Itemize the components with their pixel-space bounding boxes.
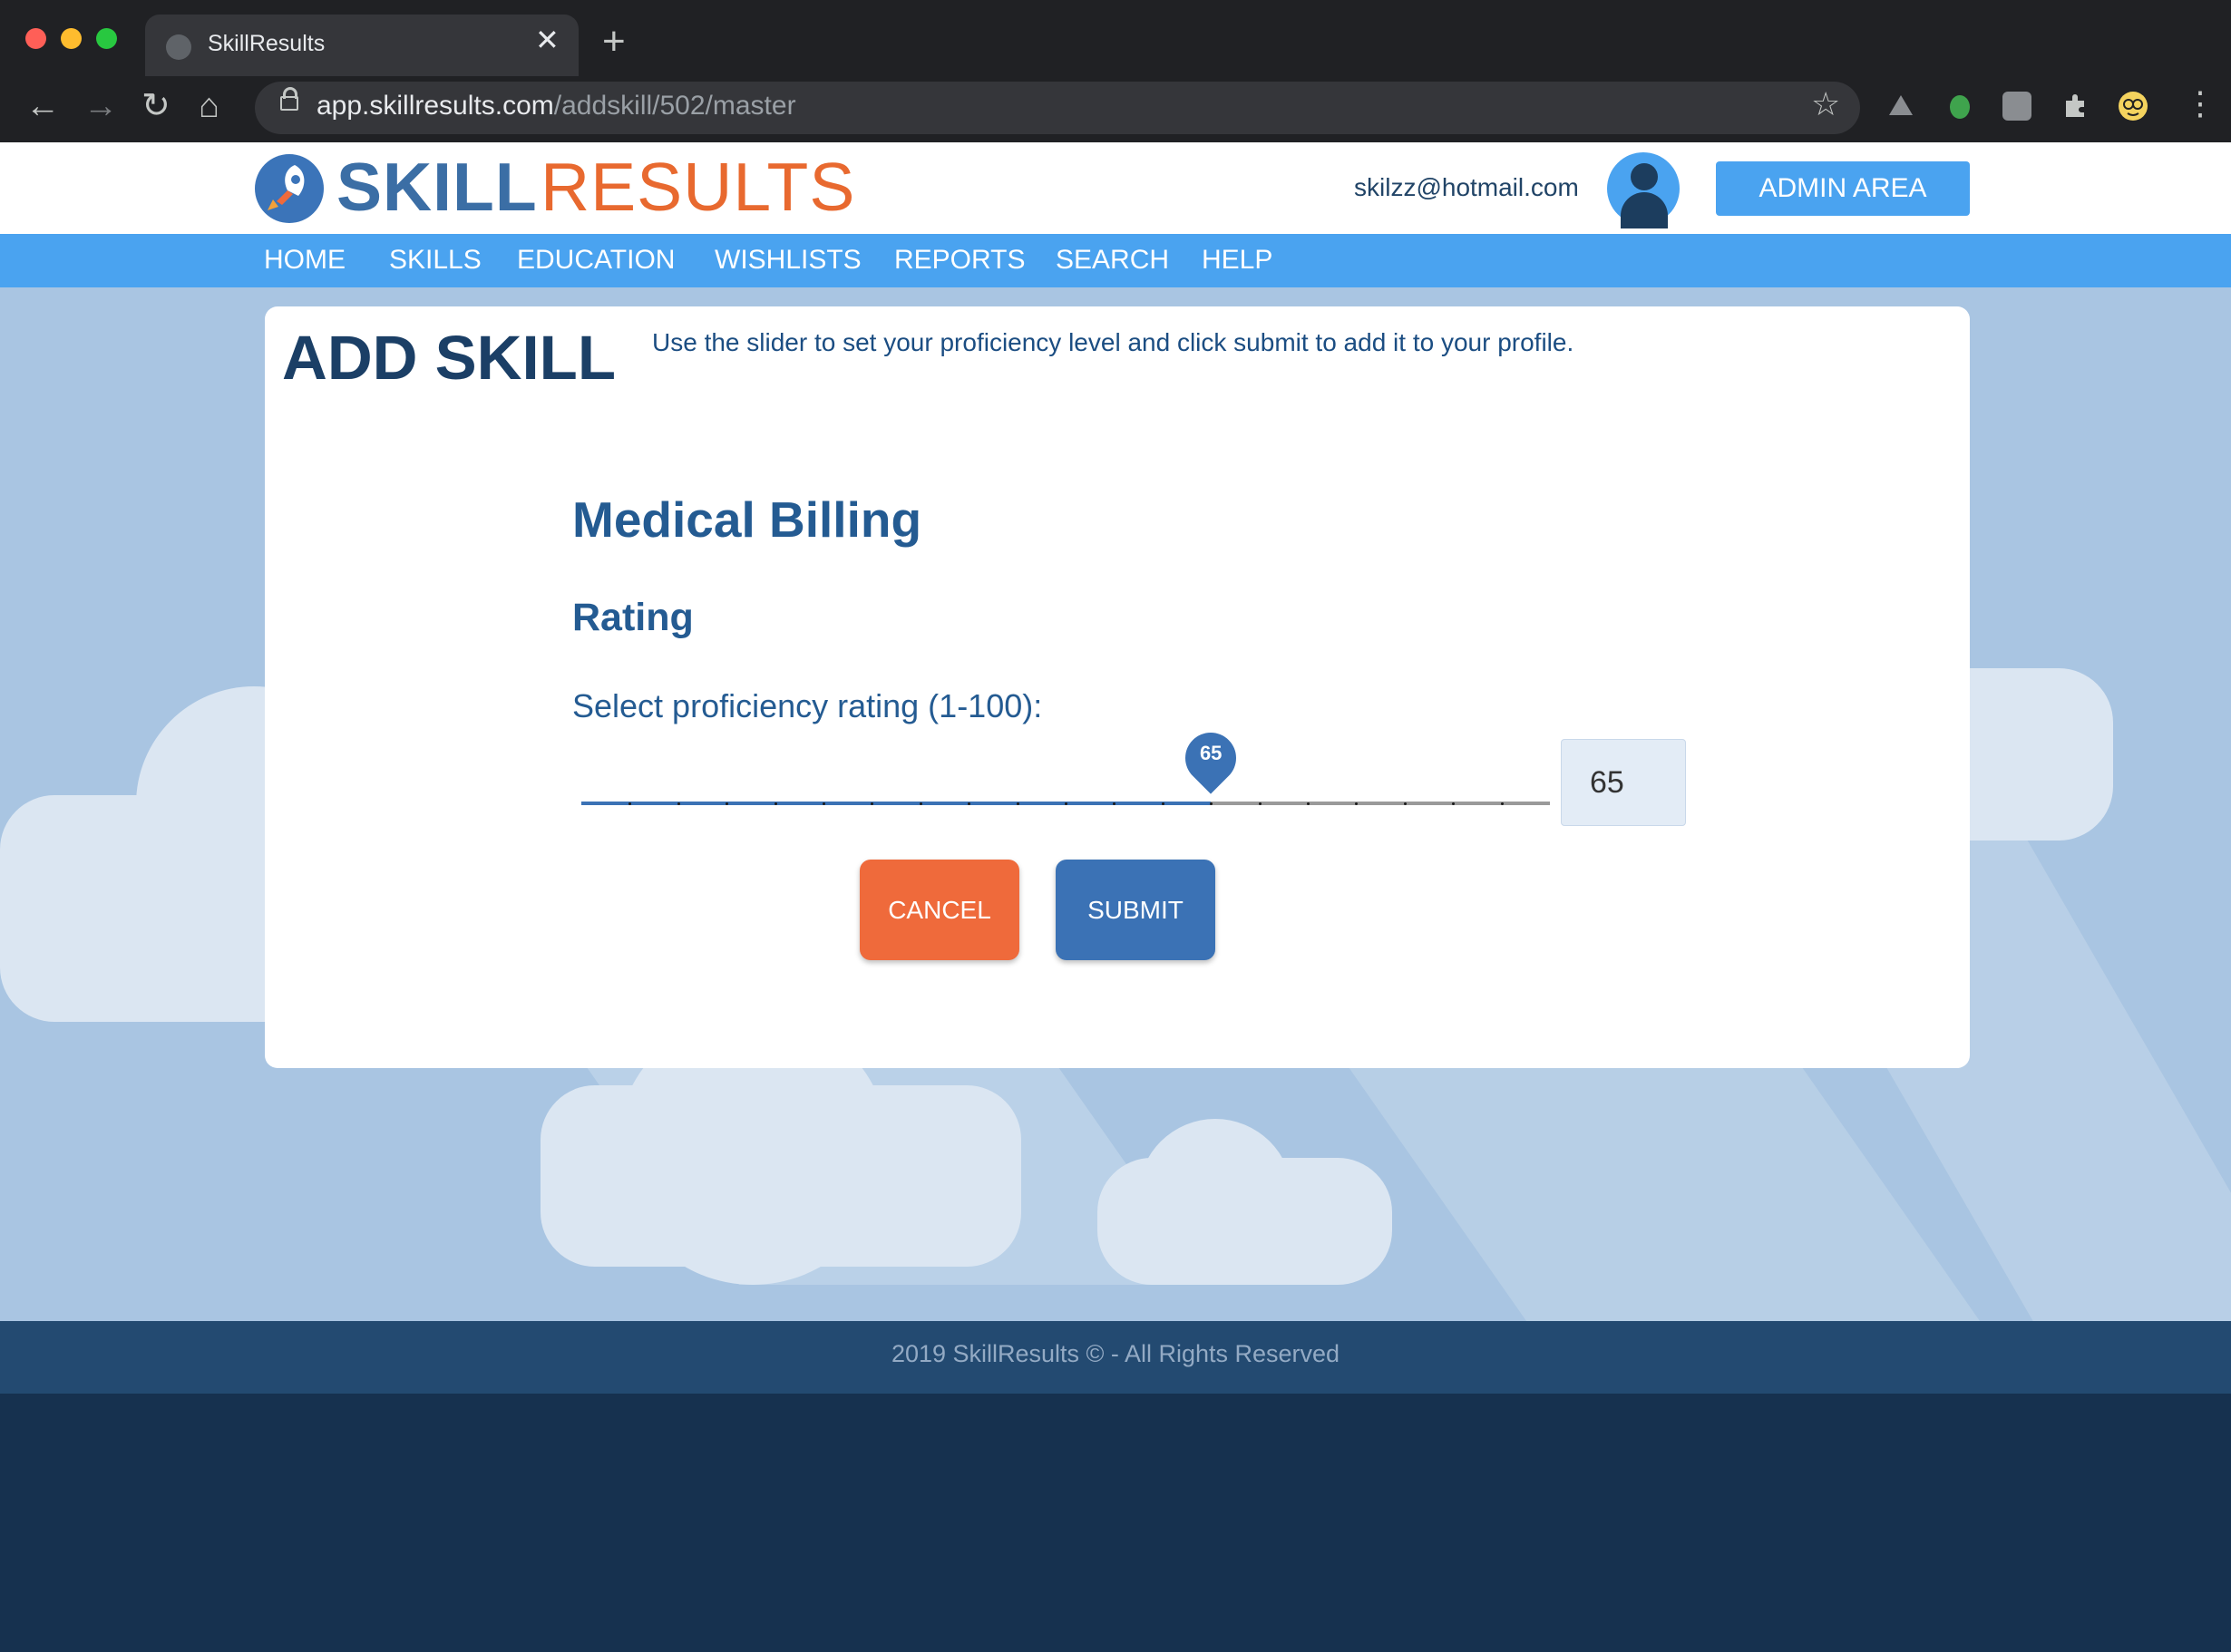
rocket-logo-icon[interactable] [255,154,324,223]
slider-tick [1307,802,1310,805]
minimize-window-button[interactable] [61,28,82,49]
maximize-window-button[interactable] [96,28,117,49]
slider-tick [677,802,680,805]
slider-tick [774,802,777,805]
cloud-bump [1138,1119,1292,1273]
user-email: skilzz@hotmail.com [1354,173,1579,201]
drive-extension-icon[interactable] [1886,92,1915,121]
evernote-extension-icon[interactable] [1944,92,1973,121]
page-bottom [0,1394,2231,1652]
slider-tick [1161,802,1164,805]
slider-tick [1258,802,1262,805]
slider-tick [1016,802,1019,805]
nav-reports[interactable]: REPORTS [894,245,1025,276]
close-window-button[interactable] [25,28,46,49]
submit-button[interactable]: SUBMIT [1056,860,1215,960]
globe-icon [166,34,191,60]
page-description: Use the slider to set your proficiency l… [652,328,1574,356]
slider-tick [1500,802,1504,805]
page-title: ADD SKILL [282,323,616,393]
rating-slider-fill [581,802,1212,805]
nav-home[interactable]: HOME [264,245,346,276]
rating-heading: Rating [572,596,694,639]
admin-area-button[interactable]: ADMIN AREA [1716,161,1970,216]
proficiency-prompt: Select proficiency rating (1-100): [572,687,1043,724]
nav-education[interactable]: EDUCATION [517,245,675,276]
slider-tick [919,802,922,805]
logo-text-skill[interactable]: SKILL [336,148,538,226]
tab-close-icon[interactable]: ✕ [535,25,560,54]
page-extension-icon[interactable] [2002,92,2031,121]
footer-copyright: 2019 SkillResults © - All Rights Reserve… [891,1340,1340,1367]
slider-tick [1065,802,1067,805]
reload-icon[interactable]: ↻ [141,89,170,123]
avatar-head [1631,163,1658,190]
cloud-bump [27,795,190,958]
slider-tick [823,802,825,805]
nav-wishlists[interactable]: WISHLISTS [715,245,862,276]
url-domain: app.skillresults.com [317,91,554,121]
slider-thumb-value: 65 [1199,742,1223,764]
puzzle-extension-icon[interactable] [2061,92,2090,121]
cancel-button[interactable]: CANCEL [860,860,1019,960]
profile-avatar-icon[interactable] [2119,92,2148,121]
nav-search[interactable]: SEARCH [1056,245,1169,276]
browser-menu-icon[interactable]: ⋮ [2184,87,2216,120]
tab-title: SkillResults [208,31,326,56]
rating-value-input[interactable] [1561,739,1686,826]
forward-icon[interactable]: → [83,89,118,123]
url-text[interactable]: app.skillresults.com/addskill/502/master [317,91,796,121]
bookmark-star-icon[interactable]: ☆ [1811,88,1840,121]
skill-name: Medical Billing [572,491,922,548]
home-icon[interactable]: ⌂ [199,89,219,123]
back-icon[interactable]: ← [25,89,60,123]
nav-skills[interactable]: SKILLS [389,245,482,276]
slider-tick [1403,802,1407,805]
new-tab-button[interactable]: + [602,22,626,62]
lock-icon-body [280,96,298,111]
nav-help[interactable]: HELP [1202,245,1272,276]
url-path: /addskill/502/master [553,91,796,121]
logo-text-results[interactable]: RESULTS [541,148,855,226]
